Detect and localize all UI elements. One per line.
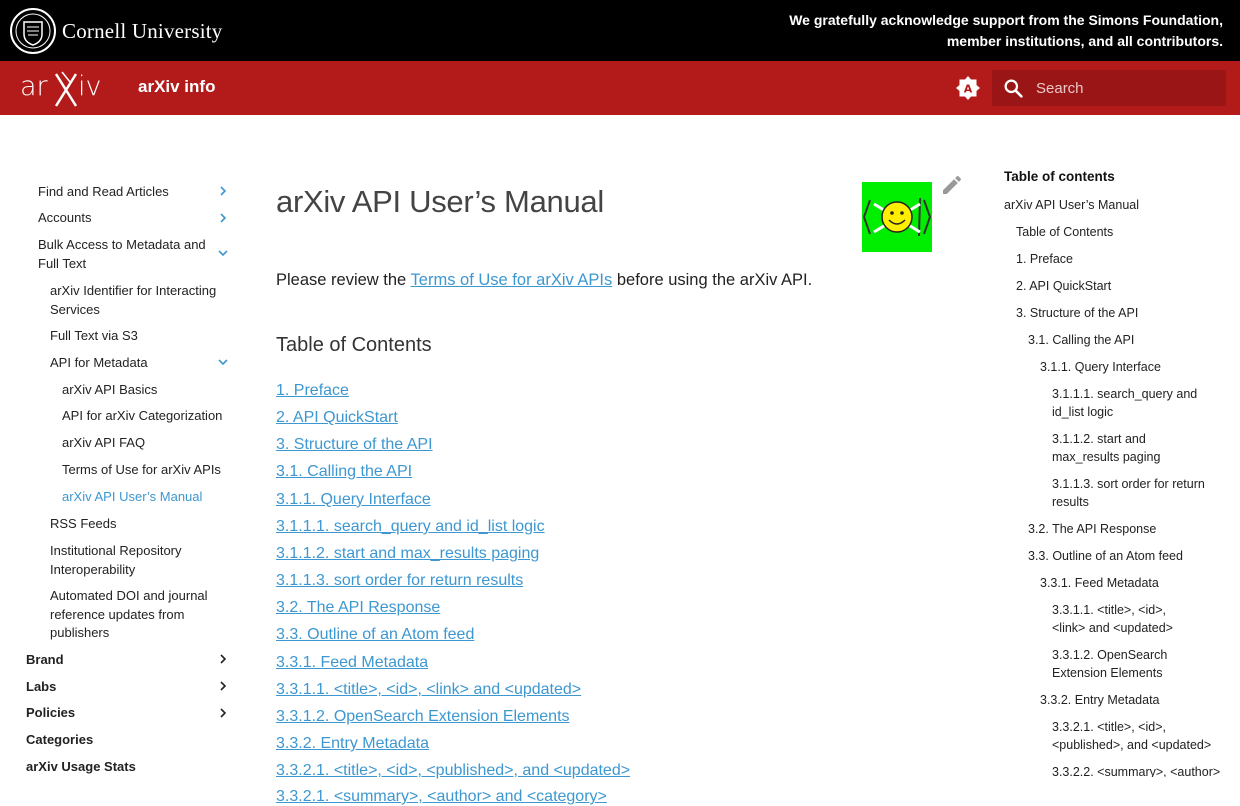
toc-link[interactable]: 3.3.1.1. <title>, <id>, <link> and <upda…	[276, 681, 581, 699]
chevron-right-icon[interactable]	[217, 212, 229, 224]
right-toc-item[interactable]: 3.3. Outline of an Atom feed	[1028, 547, 1183, 565]
toc-link[interactable]: 3. Structure of the API	[276, 436, 433, 454]
nav-item-categories[interactable]: Categories	[26, 731, 196, 750]
nav-item-arxiv-api-basics[interactable]: arXiv API Basics	[62, 381, 232, 400]
nav-item-arxiv-api-faq[interactable]: arXiv API FAQ	[62, 434, 232, 453]
toc-link[interactable]: 3.1.1.3. sort order for return results	[276, 572, 523, 590]
chevron-down-icon[interactable]	[217, 356, 229, 368]
site-header: ar iv arXiv info A	[0, 61, 1240, 115]
search-icon	[1004, 79, 1023, 98]
chevron-right-icon[interactable]	[217, 185, 229, 197]
right-toc-item[interactable]: 3.3.2.1. <title>, <id>, <published>, and…	[1052, 718, 1216, 754]
toc-link[interactable]: 3.3.1.2. OpenSearch Extension Elements	[276, 708, 570, 726]
right-toc-item[interactable]: 3. Structure of the API	[1016, 304, 1138, 322]
cornell-logo[interactable]: Cornell University	[10, 8, 223, 54]
right-toc-item[interactable]: 3.3.1. Feed Metadata	[1040, 574, 1159, 592]
page-title: arXiv API User’s Manual	[276, 184, 604, 219]
toc-link[interactable]: 3.1.1.1. search_query and id_list logic	[276, 518, 545, 536]
right-toc-item[interactable]: 3.2. The API Response	[1028, 520, 1156, 538]
nav-item-brand[interactable]: Brand	[26, 651, 196, 670]
chevron-right-icon[interactable]	[217, 680, 229, 692]
ack-line-1: We gratefully acknowledge support from t…	[789, 12, 1223, 28]
ack-line-2: member institutions, and all contributor…	[946, 33, 1223, 49]
nav-item-policies[interactable]: Policies	[26, 704, 196, 723]
svg-text:ar: ar	[20, 71, 49, 102]
chevron-right-icon[interactable]	[217, 707, 229, 719]
right-toc-item[interactable]: 3.1.1.2. start and max_results paging	[1052, 430, 1216, 466]
chevron-down-icon[interactable]	[217, 247, 229, 259]
toc-heading: Table of Contents	[276, 334, 432, 356]
right-toc-item[interactable]: Table of Contents	[1016, 223, 1113, 241]
nav-item-institutional-repository[interactable]: Institutional Repository Interoperabilit…	[50, 542, 210, 579]
right-toc-item[interactable]: 3.3.1.2. OpenSearch Extension Elements	[1052, 646, 1182, 682]
right-toc-item[interactable]: 3.3.2.2. <summary>, <author>	[1052, 763, 1222, 777]
cornell-seal-icon	[10, 8, 56, 54]
acknowledgement: We gratefully acknowledge support from t…	[789, 10, 1223, 52]
right-toc-item[interactable]: 3.3.1.1. <title>, <id>, <link> and <upda…	[1052, 601, 1202, 637]
toc-link[interactable]: 3.3.2.1. <summary>, <author> and <catego…	[276, 788, 607, 806]
terms-of-use-link[interactable]: Terms of Use for arXiv APIs	[411, 271, 613, 289]
left-nav: Find and Read Articles Accounts Bulk Acc…	[0, 115, 250, 800]
theme-toggle-icon[interactable]: A	[955, 75, 981, 101]
toc-link[interactable]: 1. Preface	[276, 382, 349, 400]
nav-item-arxiv-identifier[interactable]: arXiv Identifier for Interacting Service…	[50, 282, 230, 319]
toc-link[interactable]: 3.1. Calling the API	[276, 463, 412, 481]
right-toc-item[interactable]: 3.1.1.1. search_query and id_list logic	[1052, 385, 1216, 421]
nav-item-api-users-manual[interactable]: arXiv API User’s Manual	[62, 488, 242, 507]
toc-link[interactable]: 2. API QuickStart	[276, 409, 398, 427]
right-toc-item[interactable]: 3.1.1. Query Interface	[1040, 358, 1161, 376]
nav-item-api-for-metadata[interactable]: API for Metadata	[50, 354, 210, 373]
toc-link[interactable]: 3.1.1.2. start and max_results paging	[276, 545, 539, 563]
site-title[interactable]: arXiv info	[138, 77, 215, 97]
svg-text:iv: iv	[78, 71, 101, 102]
toc-link[interactable]: 3.1.1. Query Interface	[276, 491, 431, 509]
toc-link[interactable]: 3.3. Outline of an Atom feed	[276, 626, 474, 644]
nav-item-bulk-access[interactable]: Bulk Access to Metadata and Full Text	[38, 236, 210, 273]
right-toc-title: Table of contents	[1004, 169, 1115, 184]
toc-link[interactable]: 3.3.2.1. <title>, <id>, <published>, and…	[276, 762, 630, 780]
edit-pencil-icon[interactable]	[940, 173, 964, 197]
nav-item-usage-stats[interactable]: arXiv Usage Stats	[26, 758, 196, 777]
right-toc-item[interactable]: 1. Preface	[1016, 250, 1073, 268]
right-toc: Table of contents arXiv API User’s Manua…	[1004, 115, 1240, 777]
right-toc-item[interactable]: 3.1.1.3. sort order for return results	[1052, 475, 1216, 511]
nav-item-automated-doi[interactable]: Automated DOI and journal reference upda…	[50, 587, 220, 643]
nav-item-rss-feeds[interactable]: RSS Feeds	[50, 515, 220, 534]
nav-item-api-categorization[interactable]: API for arXiv Categorization	[62, 407, 242, 426]
cornell-name: Cornell University	[62, 18, 223, 43]
api-logo-image	[862, 182, 932, 252]
right-toc-item[interactable]: 2. API QuickStart	[1016, 277, 1111, 295]
svg-text:A: A	[964, 83, 973, 96]
nav-item-find-read-articles[interactable]: Find and Read Articles	[38, 183, 208, 202]
search-box[interactable]	[992, 70, 1232, 106]
nav-item-accounts[interactable]: Accounts	[38, 209, 208, 228]
chevron-right-icon[interactable]	[217, 653, 229, 665]
right-toc-item[interactable]: 3.1. Calling the API	[1028, 331, 1134, 349]
intro-paragraph: Please review the Terms of Use for arXiv…	[276, 271, 812, 290]
search-input[interactable]	[1030, 70, 1232, 106]
nav-item-full-text-s3[interactable]: Full Text via S3	[50, 327, 220, 346]
nav-item-labs[interactable]: Labs	[26, 678, 196, 697]
intro-suffix: before using the arXiv API.	[612, 271, 813, 289]
toc-link[interactable]: 3.3.1. Feed Metadata	[276, 654, 428, 672]
right-toc-item[interactable]: 3.3.2. Entry Metadata	[1040, 691, 1160, 709]
cornell-bar: Cornell University We gratefully acknowl…	[0, 0, 1240, 61]
arxiv-logo-icon[interactable]: ar iv	[20, 68, 112, 108]
right-toc-item[interactable]: arXiv API User’s Manual	[1004, 196, 1139, 214]
toc-link[interactable]: 3.2. The API Response	[276, 599, 440, 617]
toc-link[interactable]: 3.3.2. Entry Metadata	[276, 735, 429, 753]
intro-prefix: Please review the	[276, 271, 411, 289]
nav-item-terms-of-use[interactable]: Terms of Use for arXiv APIs	[62, 461, 242, 480]
